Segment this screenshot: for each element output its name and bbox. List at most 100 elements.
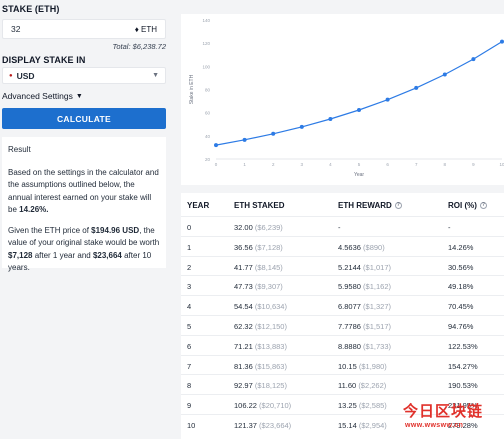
data-point xyxy=(357,107,361,112)
eth-reward-cell-usd: ($1,017) xyxy=(363,262,391,272)
roi-cell: 70.45% xyxy=(448,302,473,311)
header-year-label: YEAR xyxy=(187,201,210,210)
eth-reward-cell-value: 8.8880 xyxy=(338,341,361,351)
roi-cell-value: 14.26% xyxy=(448,242,474,252)
year-cell: 10 xyxy=(187,421,195,430)
eth-staked-cell-value: 62.32 xyxy=(234,322,253,331)
roi-cell-value: 122.53% xyxy=(448,341,478,351)
year-cell-value: 8 xyxy=(187,381,192,391)
year-cell-value: 2 xyxy=(187,262,192,272)
eth-reward-cell: 13.25 ($2,585) xyxy=(338,401,387,410)
result-card: Result Based on the settings in the calc… xyxy=(2,137,166,272)
year-cell-value: 9 xyxy=(187,401,192,411)
year-cell: 3 xyxy=(187,282,191,291)
stake-value[interactable]: 32 xyxy=(11,24,135,34)
y-tick-label: 80 xyxy=(205,88,211,93)
eth-staked-cell-usd: ($20,710) xyxy=(259,401,292,411)
x-tick-label: 5 xyxy=(358,162,361,167)
eth-reward-cell-value: 6.8077 xyxy=(338,302,361,312)
result-rate-text: Based on the settings in the calculator … xyxy=(8,167,160,217)
roi-cell-value: 94.76% xyxy=(448,322,474,331)
x-tick-label: 4 xyxy=(329,162,332,167)
stake-line-chart: 20 40 60 80 100 120 140 0 1 2 3 4 5 6 7 8 9 10 Year Stake i… xyxy=(189,18,504,178)
eth-reward-cell-usd: ($2,954) xyxy=(358,421,387,430)
header-roi: ROI (%)? xyxy=(448,201,487,210)
x-tick-label: 7 xyxy=(415,162,418,167)
eth-reward-cell: 6.8077 ($1,327) xyxy=(338,302,391,311)
year-cell: 7 xyxy=(187,362,191,371)
eth-staked-cell: 47.73 ($9,307) xyxy=(234,282,283,291)
eth-reward-cell-usd: ($1,327) xyxy=(363,302,391,312)
year-cell-value: 1 xyxy=(187,242,192,252)
stake-input[interactable]: 32 ♦ ETH xyxy=(2,19,166,39)
eth-staked-cell-value: 36.56 xyxy=(234,242,253,252)
eth-reward-cell: 11.60 ($2,262) xyxy=(338,381,386,390)
eth-staked-cell-value: 106.22 xyxy=(234,401,257,411)
header-eth-reward: ETH REWARD? xyxy=(338,201,402,210)
y-tick-label: 60 xyxy=(205,111,211,116)
result-value-1y: $7,128 xyxy=(8,250,33,260)
eth-staked-cell-usd: ($8,145) xyxy=(254,262,283,272)
eth-reward-cell-usd: ($1,733) xyxy=(363,341,391,351)
header-eth-staked-label: ETH STAKED xyxy=(234,201,285,210)
eth-staked-cell-value: 121.37 xyxy=(234,421,257,430)
year-cell-value: 10 xyxy=(187,421,196,430)
x-tick-label: 2 xyxy=(272,162,275,167)
eth-staked-cell-usd: ($10,634) xyxy=(254,302,287,312)
calculate-button[interactable]: CALCULATE xyxy=(2,108,166,129)
eth-reward-cell-usd: ($890) xyxy=(363,242,385,252)
eth-reward-cell-value: 5.9580 xyxy=(338,282,361,292)
roi-cell: 49.18% xyxy=(448,282,473,291)
data-point xyxy=(328,116,333,121)
x-tick-label: 3 xyxy=(301,162,304,167)
data-point xyxy=(385,97,390,102)
roi-cell-value: 190.53% xyxy=(448,381,478,391)
eth-staked-cell: 32.00 ($6,239) xyxy=(234,223,283,232)
year-cell-value: 6 xyxy=(187,341,192,351)
x-tick-label: 10 xyxy=(499,162,504,167)
data-point xyxy=(242,137,247,142)
display-stake-label: DISPLAY STAKE IN xyxy=(2,55,86,65)
x-tick-label: 1 xyxy=(243,162,246,167)
header-roi-label: ROI (%) xyxy=(448,201,477,210)
data-point xyxy=(442,72,447,77)
year-cell: 2 xyxy=(187,263,191,272)
advanced-settings-label[interactable]: Advanced Settings xyxy=(2,91,73,101)
currency-select[interactable]: ● USD ▼ xyxy=(2,67,166,84)
eth-reward-cell-usd: ($1,162) xyxy=(363,282,391,292)
data-point xyxy=(271,131,276,136)
table-row: 5 62.32 ($12,150) 7.7786 ($1,517) 94.76% xyxy=(181,315,504,335)
advanced-settings-toggle[interactable]: Advanced Settings ▼ xyxy=(2,91,83,101)
eth-reward-cell-value: 15.14 xyxy=(338,421,357,430)
eth-reward-cell: 5.9580 ($1,162) xyxy=(338,282,391,291)
roi-cell: 94.76% xyxy=(448,322,473,331)
data-point xyxy=(414,85,419,90)
year-cell: 6 xyxy=(187,342,191,351)
y-tick-label: 40 xyxy=(205,134,211,139)
info-icon[interactable]: ? xyxy=(479,202,487,209)
result-value-mid: after 1 year and xyxy=(32,250,93,260)
eth-staked-cell-value: 54.54 xyxy=(234,302,253,312)
data-point xyxy=(471,57,476,62)
table-row: 0 32.00 ($6,239) - - xyxy=(181,216,504,236)
eth-reward-cell: 5.2144 ($1,017) xyxy=(338,263,391,272)
info-icon[interactable]: ? xyxy=(394,202,402,209)
table-row: 1 36.56 ($7,128) 4.5636 ($890) 14.26% xyxy=(181,235,504,256)
header-eth-reward-label: ETH REWARD xyxy=(338,201,392,210)
data-point xyxy=(214,143,218,148)
calculator-panel: STAKE (ETH) 32 ♦ ETH Total: $6,238.72 DI… xyxy=(0,0,170,439)
eth-reward-cell-usd: ($2,585) xyxy=(358,401,387,411)
eth-staked-cell-value: 81.36 xyxy=(234,361,253,371)
header-year: YEAR xyxy=(187,201,209,210)
eth-staked-cell-usd: ($9,307) xyxy=(254,282,283,292)
header-eth-staked: ETH STAKED xyxy=(234,201,285,210)
eth-reward-cell: 4.5636 ($890) xyxy=(338,243,385,252)
chevron-down-icon: ▼ xyxy=(75,92,83,100)
eth-staked-cell: 121.37 ($23,664) xyxy=(234,421,291,430)
eth-staked-cell-usd: ($12,150) xyxy=(254,322,287,331)
year-cell-value: 0 xyxy=(187,223,192,232)
eth-reward-cell-usd: ($1,980) xyxy=(358,361,387,371)
eth-staked-cell-value: 41.77 xyxy=(234,262,253,272)
chevron-down-icon: ▼ xyxy=(152,72,159,79)
table-row: 7 81.36 ($15,863) 10.15 ($1,980) 154.27% xyxy=(181,354,504,375)
